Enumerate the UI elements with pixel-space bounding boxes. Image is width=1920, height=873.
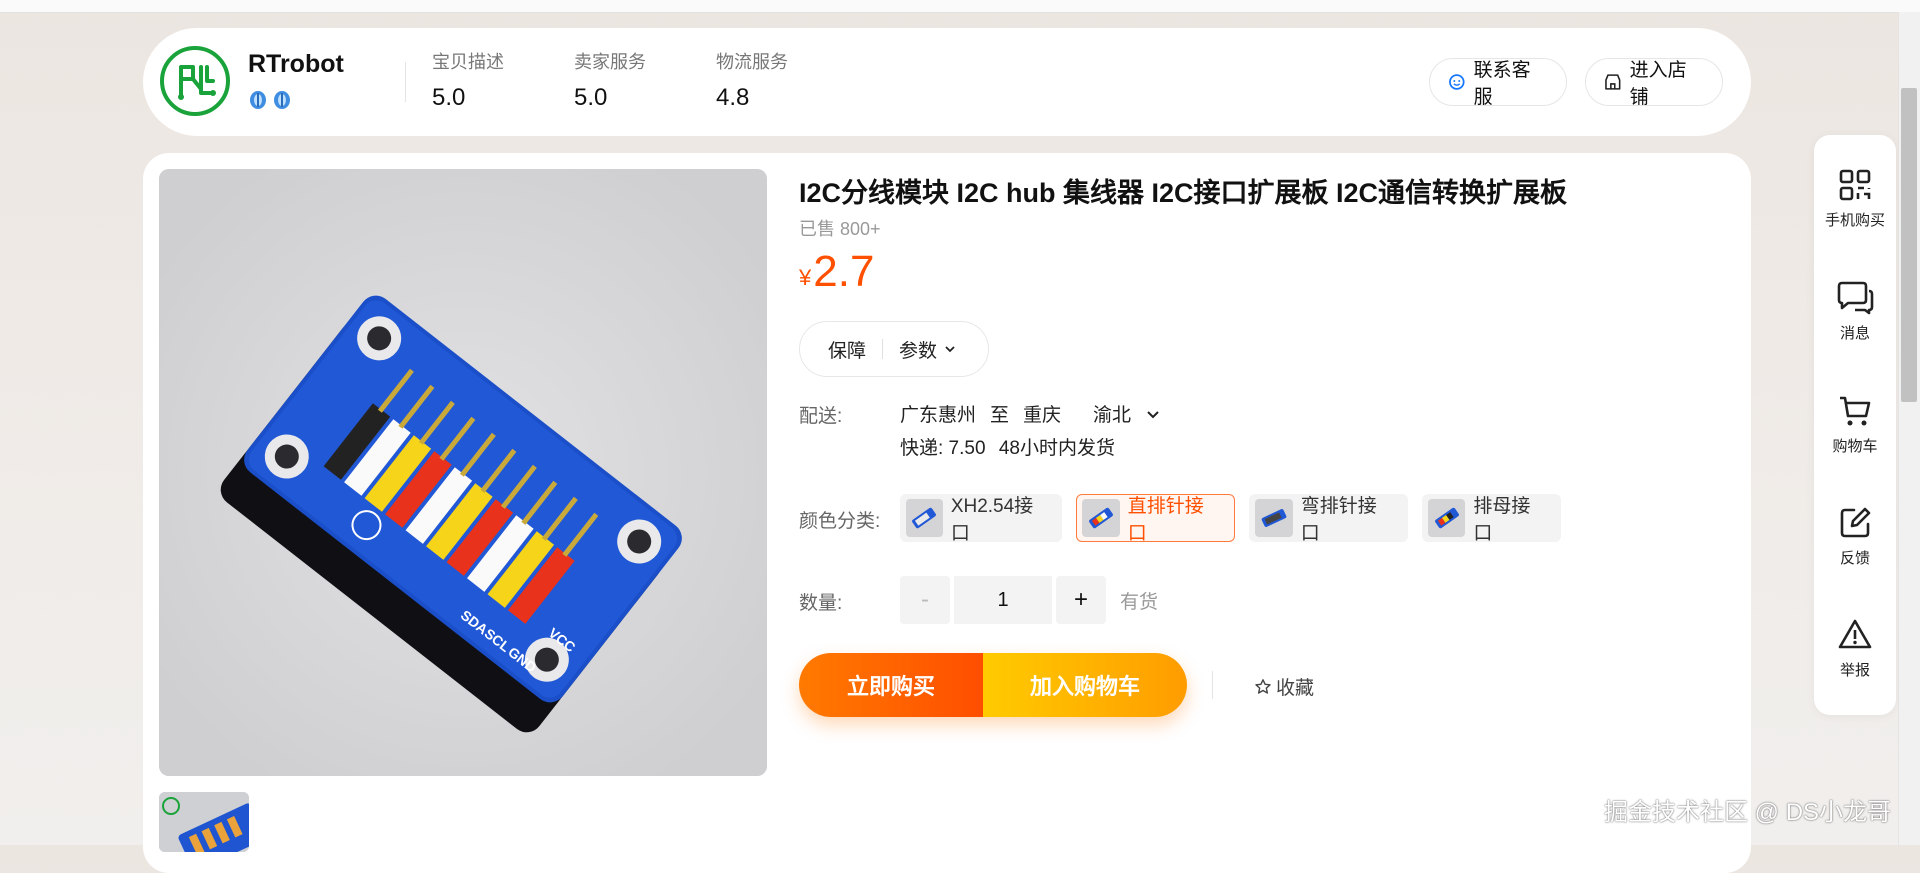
sold-count: 已售 800+ [799,219,881,239]
store-name[interactable]: RTrobot [248,50,344,79]
board-thumb-icon [1261,509,1287,527]
score-label: 物流服务 [716,52,788,72]
store-header: RTrobot 宝贝描述 5.0 卖家服务 5.0 物流服务 4.8 联系客服 … [143,28,1751,136]
sidebar-label: 反馈 [1839,550,1870,567]
add-to-cart-button[interactable]: 加入购物车 [983,653,1187,717]
contact-service-button[interactable]: 联系客服 [1429,58,1567,108]
variant-thumb [1428,499,1466,537]
product-price: ¥ 2.7 [799,247,874,297]
browser-top-edge [0,0,1920,13]
product-main-image[interactable]: GND VCC SCL SDA [159,169,767,776]
sidebar-item-feedback[interactable]: 反馈 [1814,505,1896,568]
sidebar-item-cart[interactable]: 购物车 [1814,393,1896,456]
sidebar-label: 消息 [1839,325,1870,342]
watermark: 掘金技术社区 @ DS小龙哥 [1604,799,1892,826]
score-service: 卖家服务 5.0 [574,48,646,112]
express-fee: 快递: 7.50 [900,438,986,459]
price-value: 2.7 [813,247,875,296]
variant-option-selected[interactable]: 直排针接口 [1076,494,1235,544]
score-value: 5.0 [432,84,466,111]
variant-label: 排母接口 [1473,496,1531,544]
variant-thumb [906,499,943,537]
variant-label: 弯排针接口 [1300,496,1377,544]
divider [1212,671,1213,699]
enter-store-label: 进入店铺 [1629,60,1687,108]
guarantee-tab[interactable]: 保障 [828,336,866,363]
circuit-logo-icon [178,65,216,100]
guarantee-params-pill[interactable]: 保障 参数 [799,321,989,377]
params-tab[interactable]: 参数 [899,336,937,363]
variant-thumb [1255,499,1293,537]
variant-thumb [1082,499,1120,537]
currency-symbol: ¥ [799,265,812,290]
chevron-down-icon [945,346,955,353]
blue-crown-icon [250,91,266,109]
sidebar-label: 手机购买 [1824,212,1885,229]
stock-status: 有货 [1120,591,1159,613]
warning-icon [1838,619,1872,649]
sidebar-item-mobile-buy[interactable]: 手机购买 [1814,167,1896,230]
sidebar-item-report[interactable]: 举报 [1814,617,1896,680]
quantity-stepper: - 1 + 有货 [900,576,1158,624]
ship-from: 广东惠州 [900,405,977,426]
cart-icon [1840,396,1871,426]
divider [405,62,406,102]
ship-dest-city[interactable]: 重庆 [1023,400,1061,427]
board-thumb-icon [912,507,937,529]
dispatch-time: 48小时内发货 [998,438,1115,459]
board-thumb-icon [1434,507,1459,529]
pcb-board-illustration: GND VCC SCL SDA [159,169,767,776]
blue-crown-icon [274,91,290,109]
color-category-label: 颜色分类: [799,511,881,532]
ship-to-word: 至 [990,405,1010,426]
score-value: 4.8 [716,84,750,111]
store-icon [1605,74,1621,90]
score-label: 卖家服务 [574,52,646,72]
chat-face-icon [1449,74,1465,90]
store-logo[interactable] [160,46,230,116]
variant-options: XH2.54接口 直排针接口 弯排针接口 排母接口 [900,494,1561,544]
star-icon [1255,678,1271,694]
quantity-input[interactable]: 1 [954,576,1052,624]
score-label: 宝贝描述 [432,52,504,72]
message-icon [1837,281,1874,315]
variant-option[interactable]: XH2.54接口 [900,494,1062,544]
score-value: 5.0 [574,84,608,111]
contact-service-label: 联系客服 [1473,60,1531,108]
scrollbar-thumb[interactable] [1901,88,1917,402]
sidebar-label: 举报 [1839,662,1870,679]
edit-icon [1840,507,1871,538]
qrcode-icon [1839,169,1871,201]
product-card: GND VCC SCL SDA I2C分线模块 I2C hub 集线器 I2C接… [143,153,1751,873]
chevron-down-icon[interactable] [1145,406,1161,422]
product-thumbnail[interactable] [159,792,249,852]
sidebar-item-messages[interactable]: 消息 [1814,280,1896,343]
buy-now-button[interactable]: 立即购买 [799,653,983,717]
purchase-buttons: 立即购买 加入购物车 [799,653,1187,717]
quantity-decrement-button[interactable]: - [900,576,950,624]
score-description: 宝贝描述 5.0 [432,48,504,112]
sidebar-label: 购物车 [1832,438,1878,455]
favorite-button[interactable]: 收藏 [1254,673,1314,700]
store-rating-badges [248,88,292,110]
favorite-label: 收藏 [1276,678,1315,699]
score-logistics: 物流服务 4.8 [716,48,788,112]
shipping-details: 快递: 7.50 48小时内发货 [900,433,1115,460]
variant-label: XH2.54接口 [950,496,1034,544]
shipping-label: 配送: [799,406,843,427]
variant-label: 直排针接口 [1127,496,1204,544]
quantity-label: 数量: [799,593,843,614]
quantity-increment-button[interactable]: + [1056,576,1106,624]
variant-option[interactable]: 弯排针接口 [1249,494,1408,544]
variant-option[interactable]: 排母接口 [1422,494,1561,544]
ship-dest-district[interactable]: 渝北 [1093,400,1131,427]
enter-store-button[interactable]: 进入店铺 [1585,58,1723,108]
product-title: I2C分线模块 I2C hub 集线器 I2C接口扩展板 I2C通信转换扩展板 [799,178,1568,208]
shipping-route: 广东惠州 至 重庆 渝北 [900,400,1161,427]
divider [882,339,884,359]
thumbnail-image [159,792,249,852]
floating-toolbar: 手机购买 消息 购物车 反馈 举报 [1814,135,1896,715]
board-thumb-icon [1088,507,1113,529]
